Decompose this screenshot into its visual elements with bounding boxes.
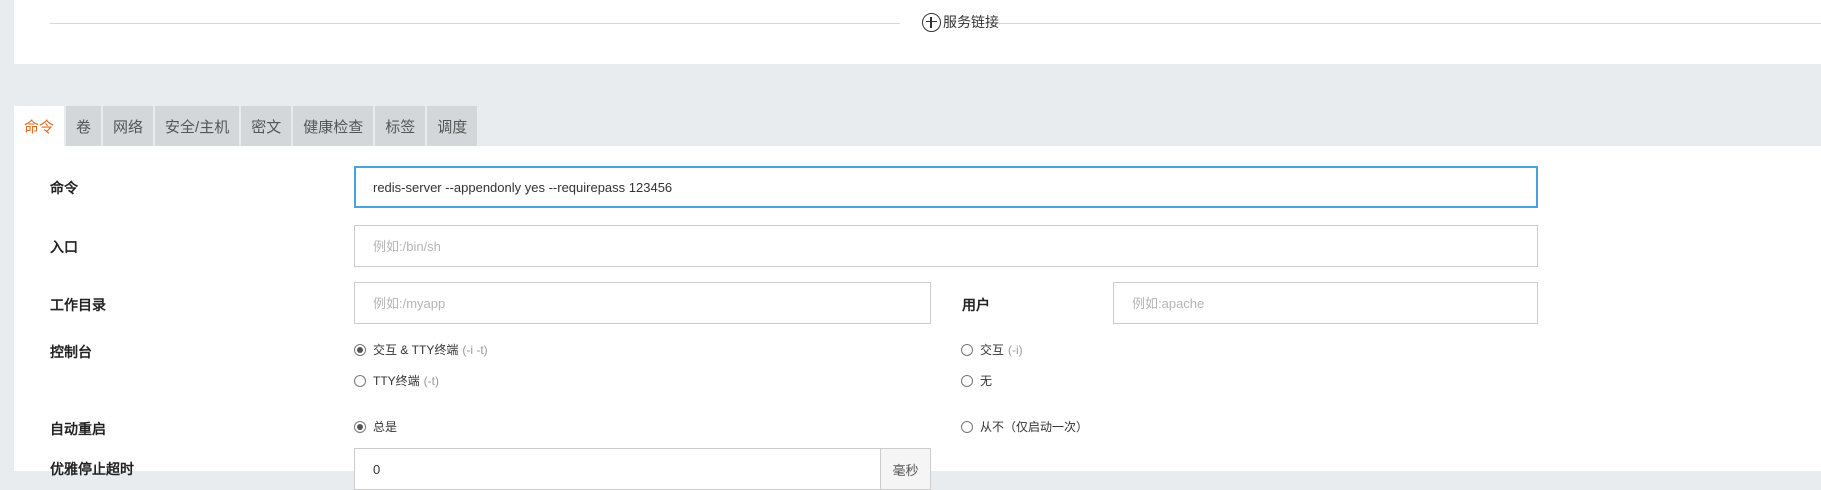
option-text: 总是	[373, 420, 398, 434]
console-label: 控制台	[50, 344, 92, 360]
console-option-interactive-tty[interactable]: 交互 & TTY终端 (-i -t)	[354, 341, 488, 358]
tab-command[interactable]: 命令	[14, 106, 65, 146]
radio-unchecked-icon	[354, 374, 366, 387]
user-label: 用户	[962, 297, 990, 313]
user-input[interactable]	[1113, 282, 1538, 324]
stop-timeout-label: 优雅停止超时	[50, 461, 134, 477]
entrypoint-input[interactable]	[354, 225, 1538, 267]
option-hint: (-i)	[1008, 342, 1023, 357]
radio-checked-icon	[354, 420, 366, 433]
tab-scheduling[interactable]: 调度	[427, 106, 478, 146]
workdir-input[interactable]	[354, 282, 931, 324]
option-text: 交互	[980, 343, 1005, 357]
option-text: 无	[980, 374, 993, 388]
command-input[interactable]	[354, 166, 1538, 208]
radio-unchecked-icon	[961, 343, 973, 356]
console-option-tty[interactable]: TTY终端 (-t)	[354, 372, 439, 389]
option-text: TTY终端	[373, 374, 420, 388]
radio-unchecked-icon	[961, 374, 973, 387]
radio-unchecked-icon	[961, 420, 973, 433]
tab-health-check[interactable]: 健康检查	[293, 106, 374, 146]
console-option-none[interactable]: 无	[961, 372, 992, 389]
option-text: 从不（仅启动一次）	[980, 420, 1089, 434]
tab-secrets[interactable]: 密文	[241, 106, 292, 146]
add-service-link-button[interactable]: 服务链接	[922, 12, 999, 32]
tab-volumes[interactable]: 卷	[66, 106, 102, 146]
option-text: 交互 & TTY终端	[373, 343, 459, 357]
service-link-label: 服务链接	[943, 14, 999, 30]
divider-right	[998, 23, 1821, 24]
config-tabs: 命令 卷 网络 安全/主机 密文 健康检查 标签 调度	[14, 106, 478, 146]
stop-timeout-unit: 毫秒	[880, 448, 931, 490]
divider-left	[50, 23, 900, 24]
command-label: 命令	[50, 180, 78, 196]
restart-label: 自动重启	[50, 421, 106, 437]
restart-option-never[interactable]: 从不（仅启动一次）	[961, 418, 1088, 435]
tab-security-host[interactable]: 安全/主机	[155, 106, 240, 146]
entrypoint-label: 入口	[50, 239, 78, 255]
tab-labels[interactable]: 标签	[375, 106, 426, 146]
restart-option-always[interactable]: 总是	[354, 418, 397, 435]
option-hint: (-i -t)	[462, 342, 488, 357]
service-links-panel: 服务链接	[14, 0, 1821, 64]
tab-network[interactable]: 网络	[103, 106, 154, 146]
radio-checked-icon	[354, 343, 366, 356]
plus-circle-icon	[922, 12, 941, 32]
option-hint: (-t)	[423, 373, 439, 388]
command-tab-panel: 命令 入口 工作目录 用户 控制台 交互 & TTY终端 (-i -t) 交互 …	[14, 146, 1821, 490]
workdir-label: 工作目录	[50, 297, 106, 313]
console-option-interactive[interactable]: 交互 (-i)	[961, 341, 1023, 358]
stop-timeout-input[interactable]	[354, 448, 881, 490]
